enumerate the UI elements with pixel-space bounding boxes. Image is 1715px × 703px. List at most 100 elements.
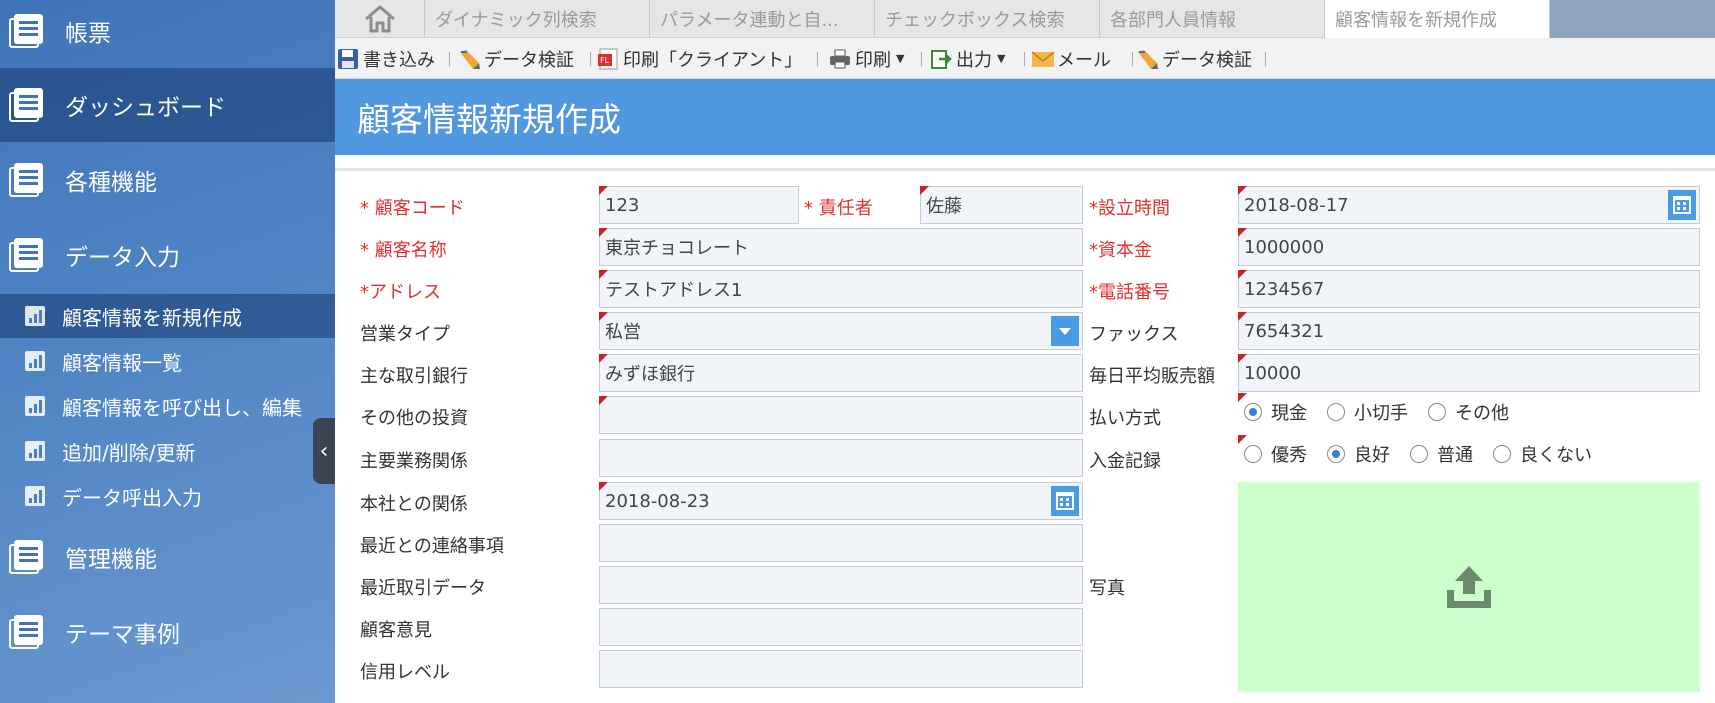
tab-checkbox-search[interactable]: チェックボックス検索	[875, 0, 1100, 38]
write-label: 書き込み	[363, 49, 435, 71]
address-label: *アドレス	[360, 282, 441, 303]
field-value: 2018-08-17	[1244, 194, 1349, 216]
recent-trade-input[interactable]	[599, 566, 1083, 604]
calendar-button[interactable]	[1051, 486, 1079, 516]
sidebar-group-admin[interactable]: 管理機能	[0, 520, 335, 594]
chart-icon	[25, 441, 45, 461]
fax-input[interactable]: 7654321	[1238, 312, 1700, 350]
recent-trade-label: 最近取引データ	[360, 578, 486, 599]
home-icon	[364, 5, 395, 33]
field-value: テストアドレス1	[605, 280, 743, 301]
chart-icon	[25, 351, 45, 371]
printer-icon	[829, 48, 851, 70]
sidebar-item-add-delete-update[interactable]: 追加/削除/更新	[0, 429, 335, 473]
customer-name-input[interactable]: 東京チョコレート	[599, 228, 1083, 266]
toolbar-separator	[921, 52, 922, 66]
address-input[interactable]: テストアドレス1	[599, 270, 1083, 308]
print-client-button[interactable]: FL 印刷「クライアント」	[597, 38, 802, 79]
daily-sales-input[interactable]: 10000	[1238, 354, 1700, 392]
sidebar-group-dashboard[interactable]: ダッシュボード	[0, 68, 335, 142]
radio-good[interactable]	[1327, 445, 1345, 463]
capital-label: *資本金	[1089, 240, 1152, 261]
calendar-button[interactable]	[1668, 190, 1696, 220]
credit-level-input[interactable]	[599, 650, 1083, 688]
radio-other[interactable]	[1428, 403, 1446, 421]
sidebar-item-new-customer[interactable]: 顧客情報を新規作成	[0, 294, 335, 338]
recent-contact-input[interactable]	[599, 524, 1083, 562]
sidebar-group-features[interactable]: 各種機能	[0, 143, 335, 217]
sidebar-item-label: データ呼出入力	[62, 485, 202, 510]
sidebar-group-reports[interactable]: 帳票	[0, 0, 335, 68]
sidebar-item-edit-customer[interactable]: 顧客情報を呼び出し、編集	[0, 384, 335, 428]
tab-bar: ダイナミック列検索 パラメータ連動と自... チェックボックス検索 各部門人員情…	[335, 0, 1715, 38]
tab-label: チェックボックス検索	[885, 10, 1065, 31]
dropdown-button[interactable]	[1051, 316, 1079, 346]
phone-label: *電話番号	[1089, 282, 1170, 303]
main-business-label: 主要業務関係	[360, 451, 468, 472]
sidebar-group-data-entry[interactable]: データ入力	[0, 218, 335, 292]
field-value: 東京チョコレート	[605, 238, 749, 259]
radio-poor[interactable]	[1493, 445, 1511, 463]
print-label: 印刷	[855, 49, 891, 71]
radio-normal[interactable]	[1410, 445, 1428, 463]
capital-input[interactable]: 1000000	[1238, 228, 1700, 266]
business-type-select[interactable]: 私営	[599, 312, 1083, 350]
radio-check[interactable]	[1327, 403, 1345, 421]
hq-relation-date-input[interactable]: 2018-08-23	[599, 482, 1083, 520]
sidebar: 帳票 ダッシュボード 各種機能 データ入力 顧客情報を新規作成 顧客情報一覧 顧…	[0, 0, 335, 703]
validate-label: データ検証	[1162, 49, 1252, 71]
chevron-down-icon: ▼	[997, 52, 1006, 65]
tab-label: ダイナミック列検索	[435, 10, 597, 31]
phone-input[interactable]: 1234567	[1238, 270, 1700, 308]
sidebar-item-customer-list[interactable]: 顧客情報一覧	[0, 339, 335, 383]
pencil-ruler-icon	[1136, 48, 1158, 70]
page-title-bar: 顧客情報新規作成	[335, 79, 1715, 155]
other-investment-input[interactable]	[599, 396, 1083, 434]
sidebar-group-theme-examples[interactable]: テーマ事例	[0, 595, 335, 669]
customer-opinion-input[interactable]	[599, 608, 1083, 646]
report-icon	[9, 540, 43, 574]
pencil-ruler-icon	[458, 48, 480, 70]
divider	[335, 168, 1715, 171]
main-bank-input[interactable]: みずほ銀行	[599, 354, 1083, 392]
write-button[interactable]: 書き込み	[337, 38, 435, 79]
radio-excellent[interactable]	[1244, 445, 1262, 463]
radio-label: 良くない	[1520, 445, 1592, 466]
other-investment-label: その他の投資	[360, 408, 468, 429]
export-button[interactable]: 出力 ▼	[930, 38, 1005, 79]
established-date-input[interactable]: 2018-08-17	[1238, 186, 1700, 224]
tab-parameter-linkage[interactable]: パラメータ連動と自...	[650, 0, 875, 38]
tab-bar-filler	[1550, 0, 1715, 38]
page-title: 顧客情報新規作成	[357, 100, 621, 139]
main-business-input[interactable]	[599, 439, 1083, 477]
validate-button-2[interactable]: データ検証	[1136, 38, 1252, 79]
tab-dynamic-column-search[interactable]: ダイナミック列検索	[425, 0, 650, 38]
sidebar-collapse-button[interactable]: ‹	[313, 418, 335, 484]
upload-icon	[1447, 566, 1491, 608]
daily-sales-label: 毎日平均販売額	[1089, 366, 1215, 387]
radio-label: 普通	[1437, 445, 1473, 466]
tab-new-customer[interactable]: 顧客情報を新規作成	[1325, 0, 1550, 38]
mail-button[interactable]: メール	[1031, 38, 1111, 79]
report-icon	[9, 238, 43, 272]
tab-department-staff[interactable]: 各部門人員情報	[1100, 0, 1325, 38]
radio-cash[interactable]	[1244, 403, 1262, 421]
validate-button[interactable]: データ検証	[458, 38, 574, 79]
sidebar-group-label: テーマ事例	[65, 622, 180, 648]
manager-label: * 責任者	[804, 198, 873, 219]
tab-home[interactable]	[335, 0, 425, 38]
photo-upload-area[interactable]	[1238, 482, 1700, 692]
report-icon	[9, 88, 43, 122]
field-value: 10000	[1244, 362, 1302, 384]
save-icon	[337, 48, 359, 70]
sidebar-item-data-call-input[interactable]: データ呼出入力	[0, 474, 335, 518]
sidebar-group-label: 帳票	[65, 21, 111, 47]
radio-label: 良好	[1354, 445, 1390, 466]
radio-label: 小切手	[1354, 403, 1408, 424]
customer-name-label: * 顧客名称	[360, 240, 447, 261]
manager-input[interactable]: 佐藤	[920, 186, 1083, 224]
customer-code-input[interactable]: 123	[599, 186, 799, 224]
chevron-down-icon	[1059, 327, 1071, 335]
print-button[interactable]: 印刷 ▼	[829, 38, 904, 79]
report-icon	[9, 163, 43, 197]
